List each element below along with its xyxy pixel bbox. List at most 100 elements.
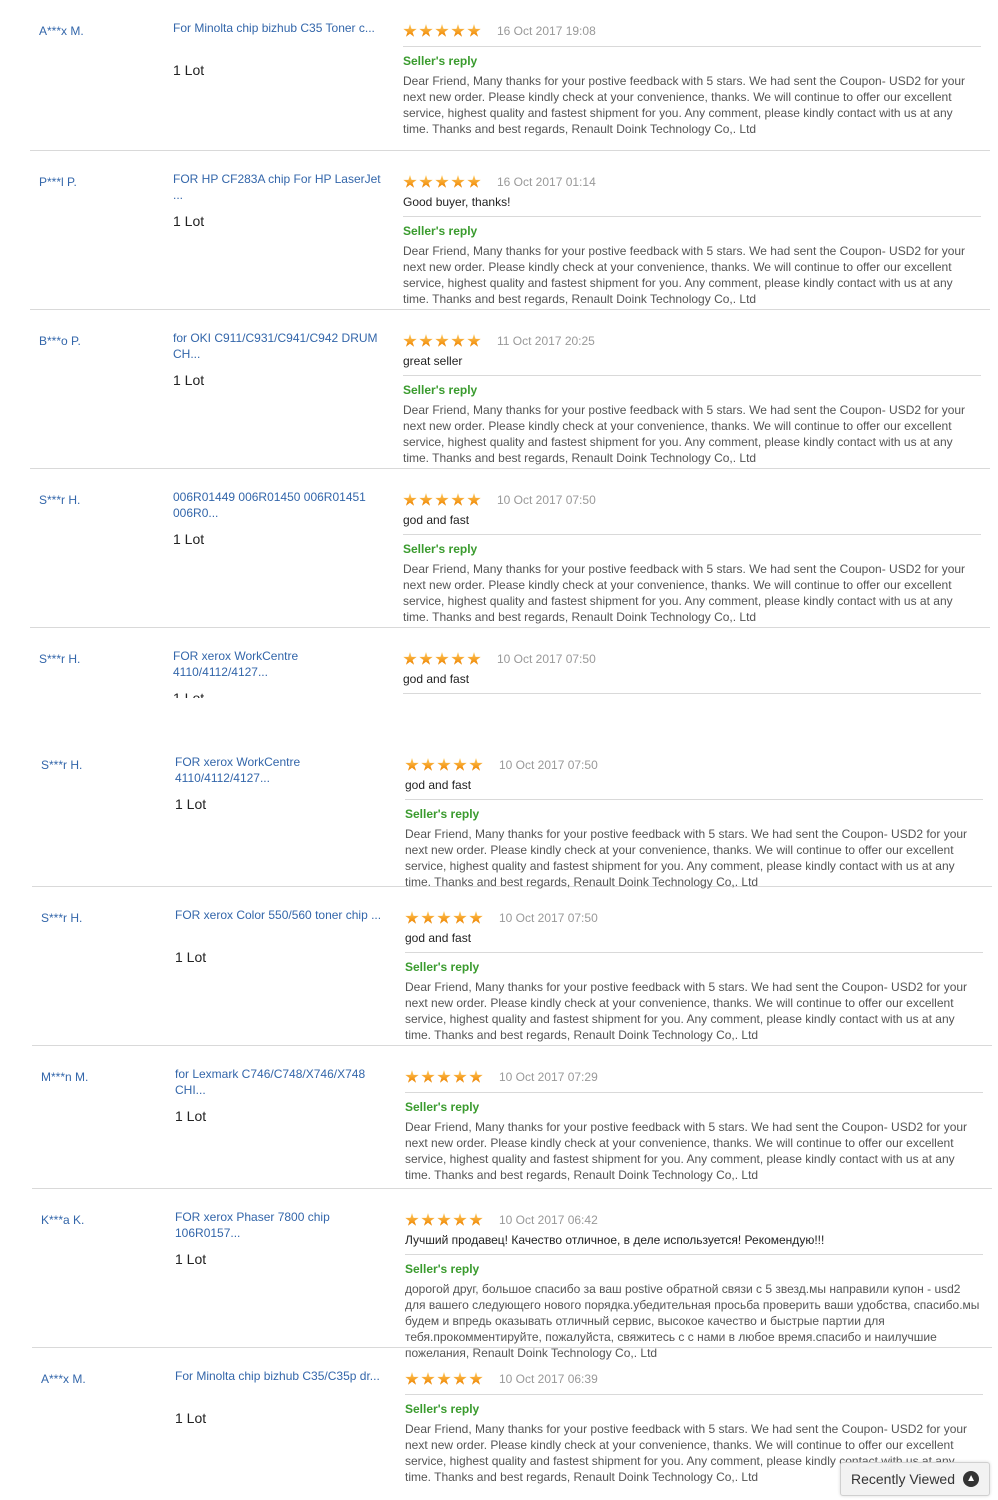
seller-reply-text: Dear Friend, Many thanks for your postiv… (403, 244, 966, 306)
buyer-comment: god and fast (403, 672, 470, 686)
buyer-comment: god and fast (403, 513, 470, 527)
buyer-comment: god and fast (405, 931, 472, 945)
seller-reply-label: Seller's reply (405, 960, 480, 974)
star-icon (469, 758, 483, 771)
seller-reply-label: Seller's reply (405, 807, 480, 821)
buyer-name[interactable]: K***a K. (41, 1213, 84, 1227)
quantity: 1 Lot (175, 1410, 207, 1426)
feedback-content: 10 Oct 2017 07:50god and fastSeller's re… (403, 491, 981, 625)
quantity: 1 Lot (175, 1108, 207, 1124)
buyer-comment: Good buyer, thanks! (403, 195, 511, 209)
star-icon (469, 911, 483, 924)
quantity: 1 Lot (175, 949, 207, 965)
buyer-name[interactable]: S***r H. (39, 493, 80, 507)
star-icon (467, 652, 481, 665)
product-link[interactable]: FOR xerox Color 550/560 toner chip ... (175, 907, 390, 923)
feedback-content: 10 Oct 2017 07:29 Seller's reply Dear Frie… (405, 1068, 983, 1183)
seller-reply-label: Seller's reply (403, 54, 478, 68)
divider (405, 799, 983, 800)
star-icon (421, 1213, 435, 1226)
quantity: 1 Lot (173, 213, 205, 229)
star-icon (403, 652, 417, 665)
chevron-up-icon: ▲ (963, 1471, 980, 1487)
buyer-name[interactable]: S***r H. (41, 758, 82, 772)
divider (405, 1254, 983, 1255)
star-icon (435, 652, 449, 665)
star-icon (453, 758, 467, 771)
feedback-content: 10 Oct 2017 07:50god and fastSeller's re… (405, 756, 983, 890)
seller-reply-label: Seller's reply (405, 1402, 480, 1416)
star-rating (403, 652, 483, 666)
star-icon (421, 911, 435, 924)
star-icon (403, 493, 417, 506)
recently-viewed-button[interactable]: Recently Viewed ▲ (840, 1462, 990, 1496)
star-rating (405, 1372, 485, 1386)
star-icon (453, 1213, 467, 1226)
star-icon (451, 24, 465, 37)
quantity: 1 Lot (173, 372, 205, 388)
feedback-date: 10 Oct 2017 06:42 (499, 1213, 598, 1227)
product-link[interactable]: 006R01449 006R01450 006R01451 006R0... (173, 489, 388, 521)
star-rating (405, 758, 485, 772)
seller-reply-label: Seller's reply (403, 383, 478, 397)
product-link[interactable]: FOR xerox WorkCentre 4110/4112/4127... (175, 754, 390, 786)
seller-reply-text: Dear Friend, Many thanks for your postiv… (403, 74, 966, 136)
product-link[interactable]: for Lexmark C746/C748/X746/X748 CHI... (175, 1066, 390, 1098)
feedback-list-top: A***x M. For Minolta chip bizhub C35 Tone… (0, 0, 998, 698)
star-icon (467, 24, 481, 37)
buyer-comment: god and fast (405, 778, 472, 792)
star-icon (421, 1070, 435, 1083)
feedback-row: S***r H. FOR xerox WorkCentre 4110/4112/4… (32, 734, 992, 890)
star-icon (467, 493, 481, 506)
quantity: 1 Lot (173, 62, 205, 78)
feedback-content: 10 Oct 2017 07:50god and fastSeller's re… (403, 650, 981, 698)
buyer-name[interactable]: S***r H. (39, 652, 80, 666)
star-icon (419, 175, 433, 188)
buyer-name[interactable]: A***x M. (39, 24, 84, 38)
product-link[interactable]: FOR HP CF283A chip For HP LaserJet ... (173, 171, 388, 203)
product-link[interactable]: For Minolta chip bizhub C35 Toner c... (173, 20, 388, 36)
rating-line: 10 Oct 2017 07:29 (405, 1068, 983, 1086)
rating-line: 10 Oct 2017 07:50 (403, 491, 981, 509)
buyer-name[interactable]: A***x M. (41, 1372, 86, 1386)
feedback-row: B***o P. for OKI C911/C931/C941/C942 DRUM… (30, 310, 990, 469)
feedback-date: 10 Oct 2017 06:39 (499, 1372, 598, 1386)
star-icon (437, 1070, 451, 1083)
feedback-date: 11 Oct 2017 20:25 (497, 334, 595, 348)
product-link[interactable]: for OKI C911/C931/C941/C942 DRUM CH... (173, 330, 388, 362)
rating-line: 10 Oct 2017 07:50 (405, 909, 983, 927)
seller-reply-text: Dear Friend, Many thanks for your postiv… (403, 562, 966, 624)
product-link[interactable]: FOR xerox WorkCentre 4110/4112/4127... (173, 648, 388, 680)
feedback-date: 16 Oct 2017 01:14 (497, 175, 596, 189)
star-icon (403, 24, 417, 37)
feedback-date: 16 Oct 2017 19:08 (497, 24, 596, 38)
buyer-name[interactable]: B***o P. (39, 334, 81, 348)
star-icon (451, 175, 465, 188)
product-link[interactable]: For Minolta chip bizhub C35/C35p dr... (175, 1368, 390, 1384)
divider (403, 375, 981, 376)
divider (405, 952, 983, 953)
product-link[interactable]: FOR xerox Phaser 7800 chip 106R0157... (175, 1209, 390, 1241)
feedback-rows: A***x M. For Minolta chip bizhub C35 Tone… (0, 0, 998, 698)
buyer-name[interactable]: P***l P. (39, 175, 77, 189)
star-icon (451, 493, 465, 506)
star-icon (405, 1372, 419, 1385)
quantity: 1 Lot (175, 796, 207, 812)
recently-viewed-label: Recently Viewed (850, 1471, 956, 1487)
buyer-comment: great seller (403, 354, 463, 368)
rating-line: 16 Oct 2017 19:08 (403, 22, 981, 40)
buyer-name[interactable]: S***r H. (41, 911, 82, 925)
seller-reply-label: Seller's reply (403, 224, 478, 238)
divider (403, 693, 981, 694)
divider (403, 534, 981, 535)
feedback-row: S***r H. FOR xerox Color 550/560 toner ch… (32, 887, 992, 1046)
buyer-comment: Лучший продавец! Качество отличное, в де… (405, 1233, 825, 1247)
divider (403, 46, 981, 47)
feedback-date: 10 Oct 2017 07:50 (497, 493, 596, 507)
divider (403, 216, 981, 217)
seller-reply-text: Dear Friend, Many thanks for your postiv… (405, 827, 968, 889)
feedback-date: 10 Oct 2017 07:29 (499, 1070, 598, 1084)
buyer-name[interactable]: M***n M. (41, 1070, 88, 1084)
star-icon (469, 1070, 483, 1083)
feedback-row: S***r H. 006R01449 006R01450 006R01451 00… (30, 469, 990, 628)
